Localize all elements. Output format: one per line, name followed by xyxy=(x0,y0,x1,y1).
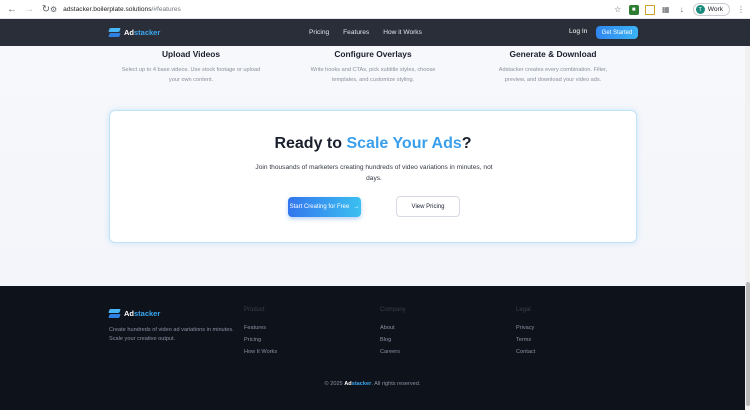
nav-how-it-works[interactable]: How it Works xyxy=(383,29,422,36)
feature-title: Generate & Download xyxy=(509,49,597,59)
notes-extension-icon[interactable] xyxy=(644,4,655,15)
arrow-right-icon: → xyxy=(353,204,360,210)
footer-link-how-it-works[interactable]: How It Works xyxy=(244,346,277,358)
footer-link-pricing[interactable]: Pricing xyxy=(244,334,277,346)
profile-label: Work xyxy=(707,6,723,13)
cta-title: Ready to Scale Your Ads? xyxy=(274,135,472,152)
footer-heading: Legal xyxy=(516,307,531,313)
menu-icon[interactable]: ⋮ xyxy=(736,5,746,15)
footer-column-company: Company About Blog Careers xyxy=(380,307,406,358)
copyright: © 2025 Adstacker. All rights reserved. xyxy=(324,381,421,387)
footer-column-product: Product Features Pricing How It Works xyxy=(244,307,277,358)
site-footer: Adstacker Create hundreds of video ad va… xyxy=(0,286,745,410)
top-nav: Pricing Features How it Works xyxy=(309,19,422,46)
header-logo[interactable]: Adstacker xyxy=(108,28,160,37)
footer-link-blog[interactable]: Blog xyxy=(380,334,406,346)
forward-icon[interactable]: → xyxy=(22,2,36,16)
footer-link-about[interactable]: About xyxy=(380,322,406,334)
download-icon[interactable]: ↓ xyxy=(677,5,687,15)
footer-tagline: Create hundreds of video ad variations i… xyxy=(109,327,234,342)
back-icon[interactable]: ← xyxy=(5,2,19,16)
footer-link-terms[interactable]: Terms xyxy=(516,334,535,346)
login-link[interactable]: Log In xyxy=(569,28,587,35)
browser-toolbar: ← → ↻ ⚙ adstacker.boilerplate.solutions /… xyxy=(0,0,750,19)
address-bar[interactable]: ⚙ adstacker.boilerplate.solutions/#featu… xyxy=(50,2,620,17)
feature-description: Select up to 4 base videos. Use stock fo… xyxy=(121,67,261,83)
logo-icon xyxy=(108,28,121,37)
page-content: Upload Videos Select up to 4 base videos… xyxy=(0,46,745,286)
feature-upload: Upload Videos Select up to 4 base videos… xyxy=(101,49,281,85)
footer-column-legal: Legal Privacy Terms Contact xyxy=(516,307,535,358)
site-settings-icon[interactable]: ⚙ xyxy=(50,5,57,14)
extension-icon[interactable]: ■ xyxy=(628,4,639,15)
avatar: T xyxy=(695,5,705,14)
footer-logo[interactable]: Adstacker xyxy=(108,309,160,318)
puzzle-icon[interactable]: ▦ xyxy=(661,5,671,15)
view-pricing-button[interactable]: View Pricing xyxy=(396,196,460,217)
start-creating-button[interactable]: Start Creating for Free → xyxy=(288,197,361,217)
nav-pricing[interactable]: Pricing xyxy=(309,29,329,36)
footer-heading: Company xyxy=(380,307,406,313)
feature-generate: Generate & Download Adstacker creates ev… xyxy=(463,49,643,85)
cta-card: Ready to Scale Your Ads? Join thousands … xyxy=(109,110,637,243)
footer-link-features[interactable]: Features xyxy=(244,322,277,334)
site-header: Adstacker Pricing Features How it Works … xyxy=(0,19,750,46)
feature-description: Write hooks and CTAs, pick subtitle styl… xyxy=(310,67,436,83)
cta-subtitle: Join thousands of marketers creating hun… xyxy=(255,164,493,182)
feature-overlays: Configure Overlays Write hooks and CTAs,… xyxy=(283,49,463,85)
nav-features[interactable]: Features xyxy=(343,29,369,36)
feature-description: Adstacker creates every combination. Fil… xyxy=(498,67,608,83)
feature-title: Upload Videos xyxy=(161,49,220,59)
url-path: /#features xyxy=(151,6,181,13)
footer-link-careers[interactable]: Careers xyxy=(380,346,406,358)
profile-button[interactable]: T Work xyxy=(692,3,730,16)
get-started-button[interactable]: Get Started xyxy=(596,26,638,39)
feature-title: Configure Overlays xyxy=(334,49,412,59)
footer-link-privacy[interactable]: Privacy xyxy=(516,322,535,334)
star-icon[interactable]: ☆ xyxy=(613,5,623,15)
footer-heading: Product xyxy=(244,307,265,313)
scrollbar-thumb[interactable] xyxy=(745,282,750,406)
logo-icon xyxy=(108,309,121,318)
url-domain: adstacker.boilerplate.solutions xyxy=(63,6,152,13)
page-scrollbar[interactable] xyxy=(745,46,750,410)
footer-link-contact[interactable]: Contact xyxy=(516,346,535,358)
